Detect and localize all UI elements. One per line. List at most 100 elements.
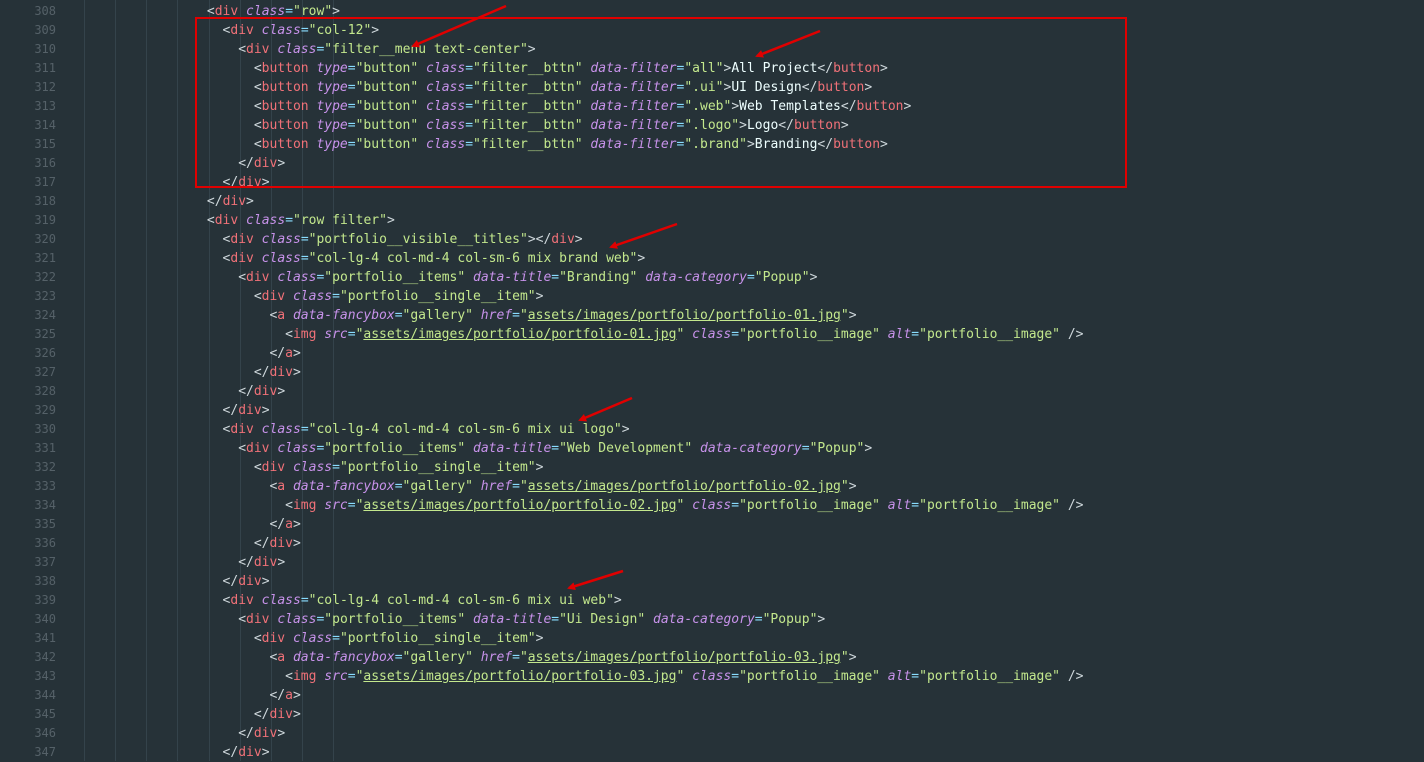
attribute-value: "portfolio__image" xyxy=(919,669,1061,684)
code-line[interactable]: 326 </a> xyxy=(0,344,1424,363)
code-line[interactable]: 345 </div> xyxy=(0,705,1424,724)
code-line[interactable]: 318 </div> xyxy=(0,192,1424,211)
line-number: 335 xyxy=(34,517,56,531)
code-line[interactable]: 344 </a> xyxy=(0,686,1424,705)
attribute-value: "Popup" xyxy=(762,612,818,627)
code-line[interactable]: 330 <div class="col-lg-4 col-md-4 col-sm-… xyxy=(0,420,1424,439)
code-line[interactable]: 323 <div class="portfolio__single__item"> xyxy=(0,287,1424,306)
code-line[interactable]: 322 <div class = "portfolio__items" data-ti… xyxy=(0,268,1424,287)
code-line[interactable]: 328 </div> xyxy=(0,382,1424,401)
punctuation: </ xyxy=(206,194,223,209)
code-line[interactable]: 340 <div class = "portfolio__items" data-ti… xyxy=(0,610,1424,629)
tag-name: div xyxy=(238,403,262,418)
attribute-name: data-filter xyxy=(582,99,677,114)
code-line[interactable]: 312 <button type="button" class="filter__… xyxy=(0,78,1424,97)
code-line[interactable]: 316 </div> xyxy=(0,154,1424,173)
code-line[interactable]: 321 <div class="col-lg-4 col-md-4 col-sm-… xyxy=(0,249,1424,268)
attribute-value: "Popup" xyxy=(809,441,865,456)
line-number: 331 xyxy=(34,441,56,455)
code-line[interactable]: 336 </div> xyxy=(0,534,1424,553)
code-line[interactable]: 315 <button type="button" class="filter__… xyxy=(0,135,1424,154)
code-line[interactable]: 329 </div> xyxy=(0,401,1424,420)
equals-sign: = xyxy=(300,251,309,266)
punctuation: > xyxy=(621,422,630,437)
code-line[interactable]: 332 <div class="portfolio__single__item"> xyxy=(0,458,1424,477)
code-line[interactable]: 320 <div class="portfolio__visible__title… xyxy=(0,230,1424,249)
tag-name: button xyxy=(817,80,865,95)
code-line[interactable]: 343 <img src="assets/images/portfolio/por… xyxy=(0,667,1424,686)
code-line[interactable]: 324 <a data-fancybox="gallery" href="asse… xyxy=(0,306,1424,325)
equals-sign: = xyxy=(911,669,920,684)
code-line[interactable]: 309 <div class="col-12"> xyxy=(0,21,1424,40)
punctuation: </ xyxy=(222,403,239,418)
attribute-name: type xyxy=(308,61,348,76)
punctuation: < xyxy=(238,42,247,57)
punctuation: > xyxy=(731,99,740,114)
attribute-name: data-filter xyxy=(582,61,677,76)
code-line[interactable]: 346 </div> xyxy=(0,724,1424,743)
punctuation: > xyxy=(386,213,395,228)
code-line[interactable]: 317 </div> xyxy=(0,173,1424,192)
tag-name: a xyxy=(285,688,293,703)
tag-name: div xyxy=(246,270,270,285)
code-line[interactable]: 331 <div class = "portfolio__items" data-ti… xyxy=(0,439,1424,458)
tag-name: div xyxy=(214,213,239,228)
line-number: 328 xyxy=(34,384,56,398)
attribute-name: type xyxy=(308,137,348,152)
tag-name: button xyxy=(261,137,309,152)
code-line[interactable]: 325 <img src="assets/images/portfolio/por… xyxy=(0,325,1424,344)
code-text: </div> xyxy=(254,534,301,553)
code-line[interactable]: 333 <a data-fancybox="gallery" href="asse… xyxy=(0,477,1424,496)
code-text: </div> xyxy=(223,743,270,762)
code-text: <a data-fancybox="gallery" href="assets/… xyxy=(269,477,856,496)
code-line[interactable]: 341 <div class="portfolio__single__item"> xyxy=(0,629,1424,648)
tag-name: button xyxy=(261,118,309,133)
link-path: assets/images/portfolio/portfolio-03.jpg xyxy=(363,669,677,684)
attribute-value: " xyxy=(519,479,528,494)
code-line[interactable]: 347 </div> xyxy=(0,743,1424,762)
punctuation: </ xyxy=(238,555,254,570)
code-editor[interactable]: 308 <div class="row"> 309 <div class="col-1… xyxy=(0,0,1424,761)
code-line[interactable]: 339 <div class="col-lg-4 col-md-4 col-sm-… xyxy=(0,591,1424,610)
attribute-value: "button" xyxy=(355,80,419,95)
code-line[interactable]: 334 <img src="assets/images/portfolio/por… xyxy=(0,496,1424,515)
code-text: </div> xyxy=(223,173,270,192)
code-line[interactable]: 319 <div class="row filter"> xyxy=(0,211,1424,230)
text-content: All Project xyxy=(731,61,818,76)
code-text: <div class="row filter"> xyxy=(207,211,395,230)
line-number: 342 xyxy=(34,650,56,664)
code-text: </div> xyxy=(207,192,254,211)
punctuation: > xyxy=(292,517,301,532)
equals-sign: = xyxy=(465,61,474,76)
code-text: </div> xyxy=(223,401,270,420)
line-number: 340 xyxy=(34,612,56,626)
attribute-value: "button" xyxy=(355,99,419,114)
attribute-value: "filter__bttn" xyxy=(473,137,583,152)
code-line[interactable]: 342 <a data-fancybox="gallery" href="asse… xyxy=(0,648,1424,667)
code-line[interactable]: 310 <div class="filter__menu text-center"… xyxy=(0,40,1424,59)
attribute-value: "gallery" xyxy=(402,650,473,665)
code-text: </div> xyxy=(238,382,285,401)
tag-name: a xyxy=(277,479,286,494)
link-path: assets/images/portfolio/portfolio-01.jpg xyxy=(527,308,841,323)
attribute-value: ".ui" xyxy=(684,80,724,95)
code-line[interactable]: 337 </div> xyxy=(0,553,1424,572)
code-text: <div class="portfolio__visible__titles">… xyxy=(223,230,583,249)
code-line[interactable]: 327 </div> xyxy=(0,363,1424,382)
code-line[interactable]: 338 </div> xyxy=(0,572,1424,591)
attribute-value: "filter__bttn" xyxy=(473,99,583,114)
code-line[interactable]: 308 <div class="row"> xyxy=(0,2,1424,21)
tag-name: button xyxy=(793,118,841,133)
attribute-value: "filter__bttn" xyxy=(473,61,583,76)
attribute-value: "gallery" xyxy=(402,308,473,323)
tag-name: a xyxy=(285,346,293,361)
code-line[interactable]: 314 <button type="button" class="filter__… xyxy=(0,116,1424,135)
equals-sign: = xyxy=(911,498,920,513)
code-line[interactable]: 335 </a> xyxy=(0,515,1424,534)
punctuation: > xyxy=(277,555,286,570)
attribute-value: "col-lg-4 col-md-4 col-sm-6 mix ui web" xyxy=(308,593,614,608)
code-line[interactable]: 311 <button type="button" class="filter__… xyxy=(0,59,1424,78)
punctuation: > xyxy=(261,745,270,760)
code-line[interactable]: 313 <button type="button" class="filter__… xyxy=(0,97,1424,116)
tag-name: div xyxy=(230,251,254,266)
